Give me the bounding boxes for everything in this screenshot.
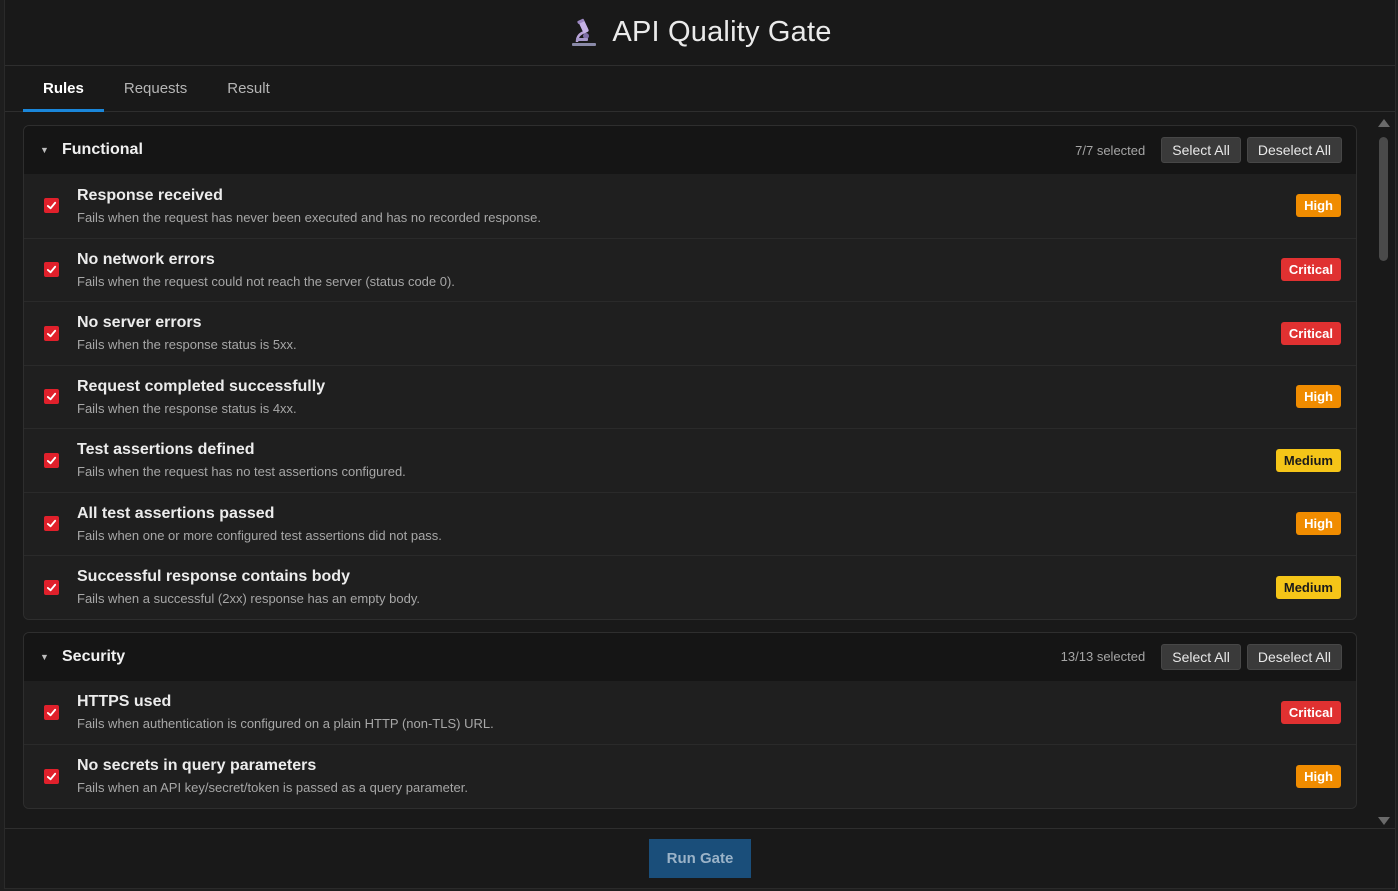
title-bar: API Quality Gate: [5, 0, 1395, 66]
rule-description: Fails when the response status is 4xx.: [77, 400, 297, 416]
tab-result[interactable]: Result: [207, 66, 290, 111]
section-title: Security: [62, 647, 126, 665]
rule-title: HTTPS used: [77, 693, 172, 711]
rule-text: No server errors Fails when the response …: [77, 314, 1281, 352]
rule-text: Test assertions defined Fails when the re…: [77, 441, 1276, 479]
deselect-all-button[interactable]: Deselect All: [1246, 137, 1342, 163]
rules-panel: ▼ Functional 7/7 selected Select All Deselec…: [5, 113, 1380, 829]
rule-checkbox[interactable]: [44, 262, 59, 278]
section-header[interactable]: ▼ Functional 7/7 selected Select All Deselec…: [24, 126, 1356, 174]
rule-text: Successful response contains body Fails w…: [77, 568, 1276, 606]
tab-rules[interactable]: Rules: [23, 66, 104, 112]
selected-count: 7/7 selected: [1075, 142, 1146, 158]
rule-title: Request completed successfully: [77, 377, 326, 395]
severity-badge: High: [1296, 512, 1341, 536]
app-window: API Quality Gate Rules Requests Result ▼…: [4, 0, 1396, 889]
rule-checkbox[interactable]: [44, 452, 59, 468]
severity-badge: High: [1296, 194, 1341, 218]
scrollbar-thumb[interactable]: [1379, 137, 1388, 261]
rule-text: HTTPS used Fails when authentication is c…: [77, 693, 1281, 731]
rule-description: Fails when authentication is configured …: [77, 716, 494, 732]
selected-count: 13/13 selected: [1060, 649, 1146, 664]
rule-row[interactable]: No server errors Fails when the response …: [24, 301, 1356, 365]
rule-list: HTTPS used Fails when authentication is c…: [24, 680, 1356, 808]
section-title: Functional: [62, 141, 143, 158]
select-all-button[interactable]: Select All: [1161, 137, 1241, 163]
run-gate-button[interactable]: Run Gate: [649, 839, 751, 878]
rule-description: Fails when the request could not reach t…: [77, 273, 455, 289]
severity-badge: Medium: [1275, 575, 1341, 599]
severity-badge: Medium: [1275, 448, 1341, 472]
tab-requests[interactable]: Requests: [104, 66, 207, 111]
rule-title: Response received: [77, 186, 223, 204]
rule-row[interactable]: Response received Fails when the request …: [24, 174, 1356, 238]
scroll-up-icon[interactable]: [1378, 119, 1390, 127]
section-security: ▼ Security 13/13 selected Select All Deselec…: [23, 631, 1357, 809]
rule-checkbox[interactable]: [44, 516, 59, 532]
severity-badge: Critical: [1280, 700, 1341, 724]
severity-badge: High: [1296, 385, 1341, 409]
rule-title: No network errors: [77, 250, 215, 268]
rule-row[interactable]: HTTPS used Fails when authentication is c…: [24, 680, 1356, 744]
section-header[interactable]: ▼ Security 13/13 selected Select All Deselec…: [24, 632, 1356, 681]
rule-text: All test assertions passed Fails when one…: [77, 505, 1296, 543]
rule-row[interactable]: No secrets in query parameters Fails when…: [24, 744, 1356, 808]
rule-description: Fails when the request has never been ex…: [77, 209, 541, 225]
severity-badge: High: [1296, 764, 1341, 788]
severity-badge: Critical: [1280, 321, 1341, 345]
rule-text: No network errors Fails when the request …: [77, 251, 1281, 289]
microscope-icon: [572, 18, 597, 46]
rule-text: No secrets in query parameters Fails when…: [77, 757, 1296, 795]
rule-title: No secrets in query parameters: [77, 757, 317, 775]
rule-checkbox[interactable]: [44, 768, 59, 784]
section-functional: ▼ Functional 7/7 selected Select All Deselec…: [23, 125, 1357, 620]
rule-text: Response received Fails when the request …: [77, 187, 1296, 225]
rule-title: Successful response contains body: [77, 568, 350, 586]
page-title: API Quality Gate: [612, 16, 832, 48]
severity-badge: Critical: [1280, 258, 1341, 282]
tab-bar: Rules Requests Result: [5, 66, 1395, 112]
rule-title: All test assertions passed: [77, 504, 275, 522]
rule-checkbox[interactable]: [44, 198, 59, 214]
rule-checkbox[interactable]: [44, 579, 59, 595]
rule-list: Response received Fails when the request …: [24, 174, 1356, 619]
rule-description: Fails when a successful (2xx) response h…: [77, 591, 420, 607]
collapse-caret-icon[interactable]: ▼: [40, 145, 62, 155]
rule-description: Fails when an API key/secret/token is pa…: [77, 780, 468, 796]
select-all-button[interactable]: Select All: [1161, 643, 1241, 670]
collapse-caret-icon[interactable]: ▼: [40, 652, 62, 662]
rule-checkbox[interactable]: [44, 389, 59, 405]
scroll-down-icon[interactable]: [1378, 817, 1390, 825]
rule-checkbox[interactable]: [44, 704, 59, 720]
rule-row[interactable]: No network errors Fails when the request …: [24, 237, 1356, 301]
rule-row[interactable]: Successful response contains body Fails w…: [24, 555, 1356, 619]
rule-title: No server errors: [77, 314, 202, 332]
rule-description: Fails when the request has no test asser…: [77, 464, 406, 480]
rule-text: Request completed successfully Fails when…: [77, 378, 1296, 416]
rule-row[interactable]: All test assertions passed Fails when one…: [24, 491, 1356, 555]
footer-bar: Run Gate: [5, 828, 1395, 888]
rule-description: Fails when the response status is 5xx.: [77, 337, 297, 353]
deselect-all-button[interactable]: Deselect All: [1246, 643, 1342, 670]
rule-description: Fails when one or more configured test a…: [77, 527, 442, 543]
rule-title: Test assertions defined: [77, 441, 255, 459]
rule-checkbox[interactable]: [44, 325, 59, 341]
rule-row[interactable]: Test assertions defined Fails when the re…: [24, 428, 1356, 492]
vertical-scrollbar[interactable]: [1377, 113, 1391, 829]
rule-row[interactable]: Request completed successfully Fails when…: [24, 364, 1356, 428]
